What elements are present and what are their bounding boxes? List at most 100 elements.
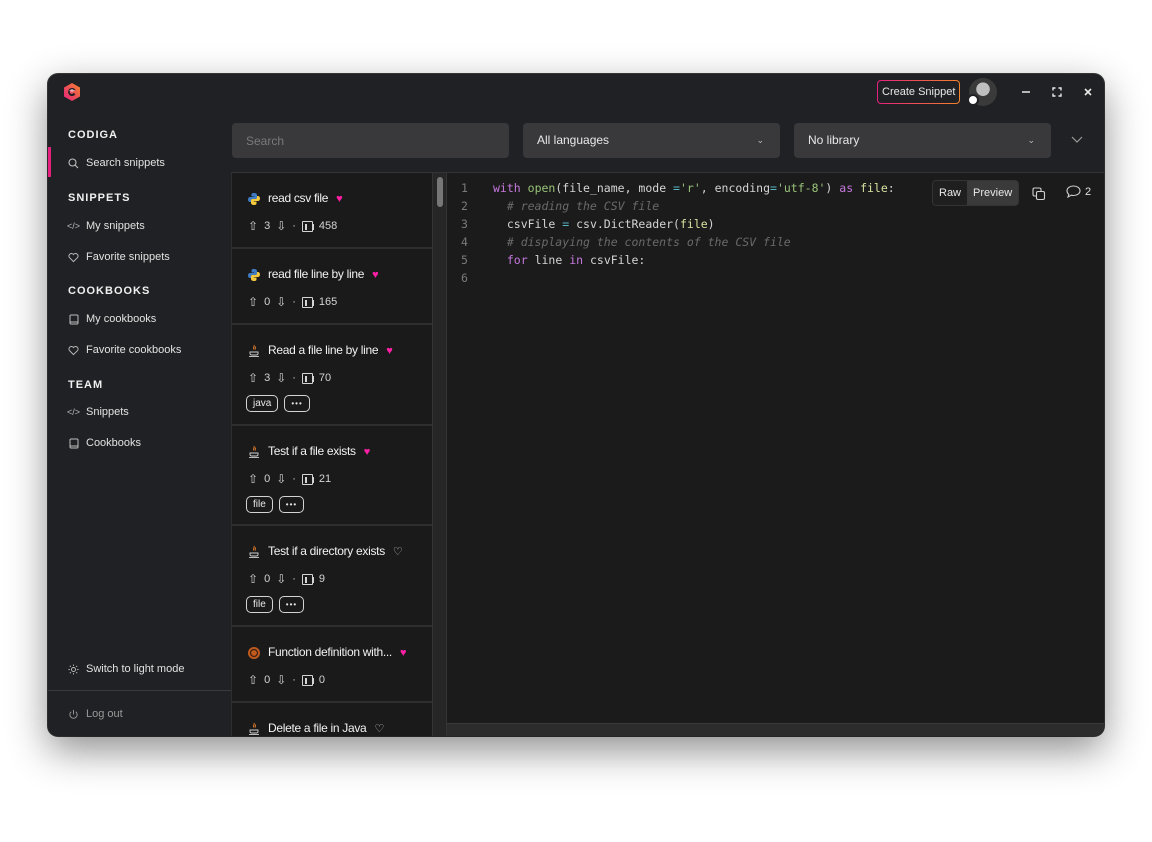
logout-button[interactable]: Log out bbox=[68, 704, 123, 724]
view-count: 458 bbox=[318, 220, 338, 232]
codiga-logo-icon[interactable] bbox=[62, 82, 82, 102]
switch-theme-button[interactable]: Switch to light mode bbox=[68, 659, 184, 679]
chevron-down-icon: ⌄ bbox=[1027, 135, 1035, 145]
view-count: 70 bbox=[318, 372, 332, 384]
separator-dot: · bbox=[292, 473, 296, 485]
list-scrollbar-thumb[interactable] bbox=[437, 177, 443, 207]
snippet-card[interactable]: Function definition with... ♥ ⇧ 0 ⇩ · 0 bbox=[231, 627, 432, 703]
view-count: 9 bbox=[318, 573, 326, 585]
snippet-card[interactable]: Delete a file in Java ♡ bbox=[231, 703, 432, 736]
vote-count: 0 bbox=[264, 573, 271, 585]
heart-outline-icon[interactable]: ♡ bbox=[393, 546, 403, 558]
snippet-title-text: Function definition with... bbox=[268, 645, 392, 659]
more-tags-button[interactable]: ••• bbox=[278, 496, 305, 513]
app-window: Create Snippet CODIGA Search snippets SN… bbox=[48, 74, 1104, 736]
snippet-card[interactable]: Read a file line by line ♥ ⇧ 3 ⇩ · 70 java ••• bbox=[231, 325, 432, 426]
active-indicator bbox=[48, 147, 51, 177]
sun-icon bbox=[68, 663, 79, 675]
sidebar-item-favorite-snippets[interactable]: Favorite snippets bbox=[68, 247, 170, 267]
language-select[interactable]: All languages ⌄ bbox=[523, 123, 780, 158]
snippet-title-text: read file line by line bbox=[268, 267, 365, 281]
sidebar-item-label: Cookbooks bbox=[86, 437, 142, 449]
tag-chip[interactable]: file bbox=[246, 596, 273, 613]
code-text: # displaying the contents of the CSV fil… bbox=[493, 235, 791, 249]
upvote-icon[interactable]: ⇧ bbox=[248, 673, 258, 687]
snippet-title-text: Test if a directory exists bbox=[268, 544, 385, 558]
snippet-stats: ⇧ 3 ⇩ · 70 bbox=[248, 371, 331, 385]
tag-chip[interactable]: file bbox=[246, 496, 273, 513]
downvote-icon[interactable]: ⇩ bbox=[276, 472, 286, 486]
line-number: 1 bbox=[461, 181, 468, 195]
section-title-team: TEAM bbox=[68, 379, 104, 391]
minimize-icon[interactable] bbox=[1016, 82, 1036, 102]
snippet-card[interactable]: read csv file ♥ ⇧ 3 ⇩ · 458 bbox=[231, 173, 432, 249]
upvote-icon[interactable]: ⇧ bbox=[248, 472, 258, 486]
comments-button[interactable]: 2 bbox=[1066, 185, 1091, 198]
copy-icon[interactable] bbox=[1032, 187, 1046, 201]
separator-dot: · bbox=[292, 372, 296, 384]
snippet-title-text: Read a file line by line bbox=[268, 343, 379, 357]
snippet-card[interactable]: read file line by line ♥ ⇧ 0 ⇩ · 165 bbox=[231, 249, 432, 325]
snippet-card[interactable]: Test if a file exists ♥ ⇧ 0 ⇩ · 21 file ••• bbox=[231, 426, 432, 526]
search-icon bbox=[68, 157, 79, 169]
separator-dot: · bbox=[292, 674, 296, 686]
sidebar-item-favorite-cookbooks[interactable]: Favorite cookbooks bbox=[68, 340, 181, 360]
code-text: csvFile = csv.DictReader(file) bbox=[493, 217, 715, 231]
sidebar-item-my-cookbooks[interactable]: My cookbooks bbox=[68, 309, 156, 329]
snippet-stats: ⇧ 3 ⇩ · 458 bbox=[248, 219, 337, 233]
editor-horizontal-scrollbar[interactable] bbox=[447, 723, 1104, 736]
views-chart-icon bbox=[301, 573, 314, 585]
tag-chip[interactable]: java bbox=[246, 395, 279, 412]
snippet-title: Function definition with... ♥ bbox=[268, 645, 407, 659]
library-select-value: No library bbox=[808, 133, 860, 147]
close-icon[interactable] bbox=[1078, 82, 1098, 102]
views-chart-icon bbox=[301, 372, 314, 384]
view-mode-toggle: Raw Preview bbox=[932, 180, 1020, 206]
downvote-icon[interactable]: ⇩ bbox=[276, 673, 286, 687]
code-editor[interactable]: 1 with open(file_name, mode ='r', encodin… bbox=[446, 172, 1104, 736]
sidebar-item-team-snippets[interactable]: </> Snippets bbox=[67, 402, 129, 422]
list-scrollbar[interactable] bbox=[432, 173, 446, 736]
view-count: 165 bbox=[318, 296, 338, 308]
sidebar-item-team-cookbooks[interactable]: Cookbooks bbox=[68, 433, 141, 453]
code-icon: </> bbox=[67, 407, 81, 417]
vote-count: 0 bbox=[264, 296, 271, 308]
snippet-title: read csv file ♥ bbox=[268, 191, 343, 205]
downvote-icon[interactable]: ⇩ bbox=[276, 371, 286, 385]
upvote-icon[interactable]: ⇧ bbox=[248, 295, 258, 309]
heart-filled-icon[interactable]: ♥ bbox=[364, 446, 371, 458]
heart-filled-icon[interactable]: ♥ bbox=[372, 269, 379, 281]
sidebar-item-label: Favorite snippets bbox=[86, 251, 170, 263]
upvote-icon[interactable]: ⇧ bbox=[248, 371, 258, 385]
library-select[interactable]: No library ⌄ bbox=[794, 123, 1051, 158]
separator-dot: · bbox=[292, 573, 296, 585]
preview-button[interactable]: Preview bbox=[967, 181, 1019, 205]
more-tags-button[interactable]: ••• bbox=[284, 395, 310, 412]
heart-outline-icon[interactable]: ♡ bbox=[374, 723, 384, 735]
heart-filled-icon[interactable]: ♥ bbox=[336, 193, 343, 205]
heart-filled-icon[interactable]: ♥ bbox=[386, 345, 393, 357]
vote-count: 0 bbox=[264, 674, 271, 686]
sidebar-item-label: Favorite cookbooks bbox=[86, 344, 182, 356]
snippet-card[interactable]: Test if a directory exists ♡ ⇧ 0 ⇩ · 9 file ••• bbox=[231, 526, 432, 627]
sidebar-item-label: Search snippets bbox=[86, 157, 165, 169]
upvote-icon[interactable]: ⇧ bbox=[248, 219, 258, 233]
raw-button[interactable]: Raw bbox=[933, 181, 967, 205]
sidebar-item-my-snippets[interactable]: </> My snippets bbox=[67, 216, 145, 236]
line-number: 3 bbox=[461, 217, 468, 231]
comment-icon bbox=[1066, 185, 1081, 198]
create-snippet-button[interactable]: Create Snippet bbox=[877, 80, 960, 104]
heart-icon bbox=[68, 345, 79, 356]
downvote-icon[interactable]: ⇩ bbox=[276, 295, 286, 309]
expand-filters-chevron-icon[interactable] bbox=[1068, 132, 1086, 150]
search-input[interactable] bbox=[232, 123, 509, 158]
sidebar-item-label: Snippets bbox=[86, 406, 129, 418]
downvote-icon[interactable]: ⇩ bbox=[276, 219, 286, 233]
upvote-icon[interactable]: ⇧ bbox=[248, 572, 258, 586]
more-tags-button[interactable]: ••• bbox=[278, 596, 305, 613]
heart-filled-icon[interactable]: ♥ bbox=[400, 647, 407, 659]
downvote-icon[interactable]: ⇩ bbox=[276, 572, 286, 586]
views-chart-icon bbox=[301, 220, 314, 232]
sidebar-item-search-snippets[interactable]: Search snippets bbox=[68, 153, 165, 173]
maximize-icon[interactable] bbox=[1047, 82, 1067, 102]
